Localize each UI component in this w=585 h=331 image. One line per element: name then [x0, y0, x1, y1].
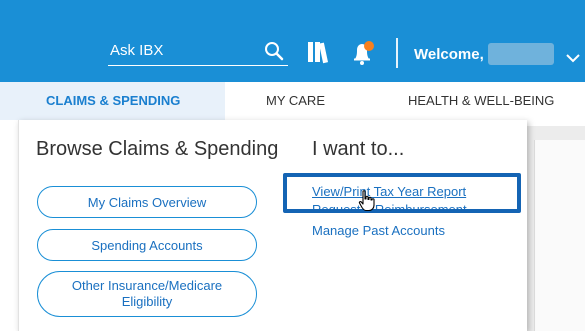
top-header-bar: Ask IBX Welcome, — [0, 0, 585, 82]
background-content — [526, 126, 585, 331]
tab-my-care[interactable]: MY CARE — [266, 93, 325, 108]
other-insurance-medicare-button[interactable]: Other Insurance/Medicare Eligibility — [37, 271, 257, 317]
search-icon[interactable] — [264, 41, 284, 66]
my-claims-overview-button[interactable]: My Claims Overview — [37, 186, 257, 218]
tab-label: CLAIMS & SPENDING — [46, 93, 181, 108]
books-icon[interactable] — [307, 40, 329, 69]
claims-spending-dropdown: Browse Claims & Spending I want to... My… — [18, 120, 527, 331]
manage-past-accounts-link[interactable]: Manage Past Accounts — [312, 223, 445, 238]
want-heading: I want to... — [312, 138, 405, 160]
background-panel — [534, 140, 585, 331]
chevron-down-icon[interactable] — [566, 50, 580, 68]
search-placeholder: Ask IBX — [110, 42, 164, 59]
button-label: Other Insurance/Medicare Eligibility — [71, 278, 223, 309]
main-nav: CLAIMS & SPENDING MY CARE HEALTH & WELL-… — [0, 82, 585, 120]
button-label: My Claims Overview — [87, 194, 207, 210]
header-divider — [396, 38, 398, 68]
bell-icon[interactable] — [350, 39, 378, 72]
highlight-box — [283, 173, 521, 213]
notification-dot — [364, 41, 374, 51]
browse-heading: Browse Claims & Spending — [36, 138, 279, 160]
tab-claims-spending[interactable]: CLAIMS & SPENDING — [0, 82, 225, 120]
search-input[interactable]: Ask IBX — [108, 39, 288, 66]
username-redacted — [488, 43, 554, 65]
tab-health-well-being[interactable]: HEALTH & WELL-BEING — [408, 93, 554, 108]
button-label: Spending Accounts — [91, 237, 203, 253]
hand-cursor-icon — [358, 190, 376, 217]
spending-accounts-button[interactable]: Spending Accounts — [37, 229, 257, 261]
welcome-text: Welcome, — [414, 46, 484, 63]
